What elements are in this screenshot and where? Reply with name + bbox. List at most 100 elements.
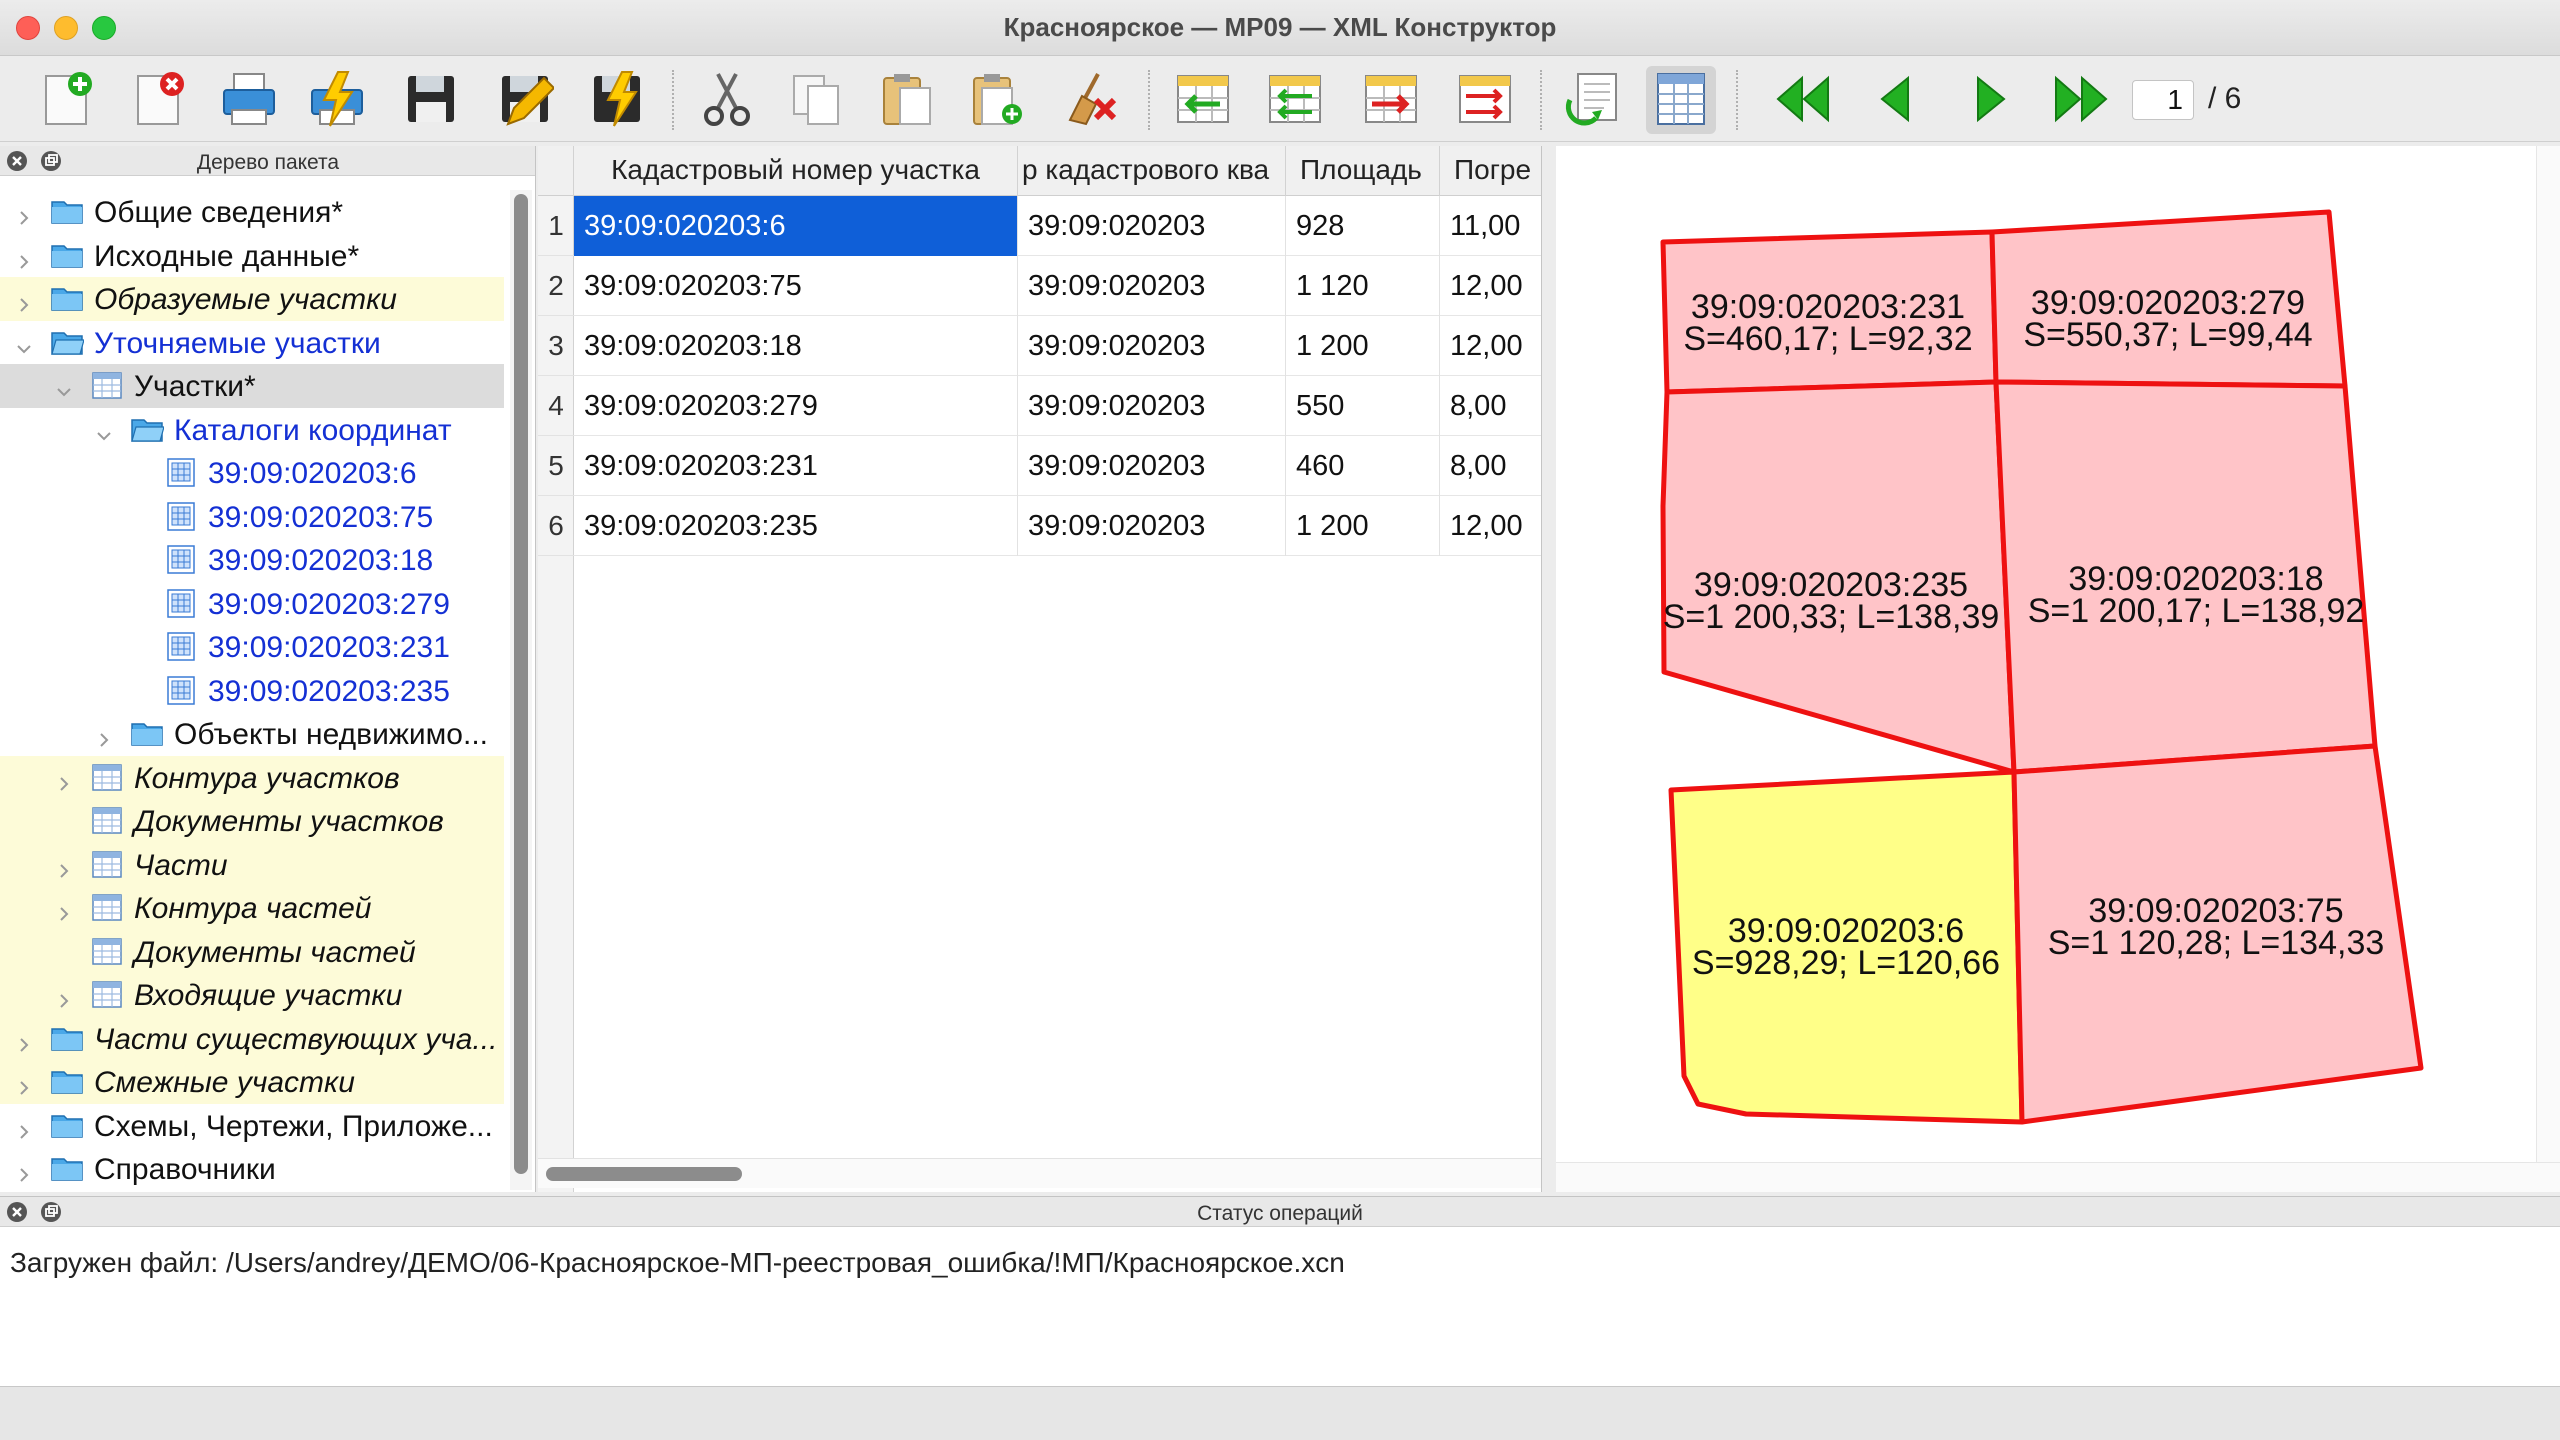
tree-item[interactable]: Входящие участки <box>0 973 504 1017</box>
cell-error[interactable]: 12,00 <box>1440 256 1541 316</box>
chevron-right-icon[interactable] <box>94 724 114 747</box>
table-row[interactable]: 39:09:020203:231 39:09:020203 460 8,00 <box>574 436 1541 496</box>
close-document-button[interactable] <box>124 66 194 134</box>
save-flash-button[interactable] <box>582 66 652 134</box>
cell-area[interactable]: 550 <box>1286 376 1440 436</box>
panel-splitter[interactable] <box>1542 146 1556 1192</box>
tree-item[interactable]: Объекты недвижимо... <box>0 712 504 756</box>
row-number[interactable]: 6 <box>538 496 574 556</box>
tree-item[interactable]: Образуемые участки <box>0 277 504 321</box>
tree-item[interactable]: Справочники <box>0 1147 504 1190</box>
paste-add-button[interactable] <box>962 66 1032 134</box>
map-vertical-scrollbar[interactable] <box>2536 146 2560 1162</box>
tree-item[interactable]: Каталоги координат <box>0 408 504 452</box>
chevron-right-icon[interactable] <box>14 202 34 225</box>
chevron-right-icon[interactable] <box>14 1116 34 1139</box>
cell-error[interactable]: 12,00 <box>1440 316 1541 376</box>
new-document-button[interactable] <box>32 66 102 134</box>
cell-area[interactable]: 1 200 <box>1286 496 1440 556</box>
tree-item[interactable]: Контура частей <box>0 886 504 930</box>
chevron-right-icon[interactable] <box>14 1072 34 1095</box>
refresh-document-button[interactable] <box>1558 66 1628 134</box>
tree-item[interactable]: Общие сведения* <box>0 190 504 234</box>
tree-item[interactable]: Документы частей <box>0 929 504 974</box>
column-header-quarter-number[interactable]: р кадастрового ква <box>1018 146 1286 196</box>
column-header-error[interactable]: Погре <box>1440 146 1541 196</box>
row-number[interactable]: 4 <box>538 376 574 436</box>
tree-item[interactable]: Контура участков <box>0 755 504 800</box>
first-page-button[interactable] <box>1768 66 1838 134</box>
tree-item[interactable]: 39:09:020203:18 <box>0 538 504 582</box>
cell-cadastral-number[interactable]: 39:09:020203:18 <box>574 316 1018 376</box>
save-as-button[interactable] <box>490 66 560 134</box>
tree-item[interactable]: 39:09:020203:235 <box>0 669 504 713</box>
table-row[interactable]: 39:09:020203:235 39:09:020203 1 200 12,00 <box>574 496 1541 556</box>
chevron-right-icon[interactable] <box>14 1029 34 1052</box>
row-number[interactable]: 3 <box>538 316 574 376</box>
tree-item[interactable]: 39:09:020203:231 <box>0 625 504 669</box>
column-header-cadastral-number[interactable]: Кадастровый номер участка <box>574 146 1018 196</box>
cell-quarter-number[interactable]: 39:09:020203 <box>1018 316 1286 376</box>
chevron-right-icon[interactable] <box>54 768 74 791</box>
cell-error[interactable]: 8,00 <box>1440 436 1541 496</box>
cell-error[interactable]: 8,00 <box>1440 376 1541 436</box>
chevron-right-icon[interactable] <box>54 855 74 878</box>
cell-area[interactable]: 1 200 <box>1286 316 1440 376</box>
chevron-right-icon[interactable] <box>14 1159 34 1182</box>
clear-button[interactable] <box>1056 66 1126 134</box>
tree-item[interactable]: Части <box>0 842 504 887</box>
cell-area[interactable]: 460 <box>1286 436 1440 496</box>
chevron-down-icon[interactable] <box>94 420 114 440</box>
table-horizontal-scrollbar[interactable] <box>538 1158 1541 1188</box>
cut-button[interactable] <box>692 66 762 134</box>
cell-error[interactable]: 12,00 <box>1440 496 1541 556</box>
cell-quarter-number[interactable]: 39:09:020203 <box>1018 376 1286 436</box>
table-import-all-button[interactable] <box>1260 66 1330 134</box>
cell-quarter-number[interactable]: 39:09:020203 <box>1018 496 1286 556</box>
copy-button[interactable] <box>782 66 852 134</box>
tree-item[interactable]: Уточняемые участки <box>0 321 504 365</box>
tree-item[interactable]: Документы участков <box>0 799 504 843</box>
paste-button[interactable] <box>872 66 942 134</box>
tree-item[interactable]: Смежные участки <box>0 1060 504 1104</box>
table-import-button[interactable] <box>1168 66 1238 134</box>
page-number-input[interactable]: 1 <box>2132 80 2194 120</box>
table-view-button[interactable] <box>1646 66 1716 134</box>
tree-item[interactable]: 39:09:020203:279 <box>0 582 504 626</box>
tree-vertical-scrollbar[interactable] <box>510 190 532 1190</box>
cell-cadastral-number[interactable]: 39:09:020203:6 <box>574 196 1018 256</box>
chevron-right-icon[interactable] <box>54 985 74 1008</box>
table-row[interactable]: 39:09:020203:18 39:09:020203 1 200 12,00 <box>574 316 1541 376</box>
cell-cadastral-number[interactable]: 39:09:020203:235 <box>574 496 1018 556</box>
parcel-map[interactable]: 39:09:020203:231S=460,17; L=92,3239:09:0… <box>1556 146 2536 1158</box>
prev-page-button[interactable] <box>1862 66 1932 134</box>
save-button[interactable] <box>396 66 466 134</box>
table-export-all-button[interactable] <box>1450 66 1520 134</box>
chevron-down-icon[interactable] <box>54 376 74 397</box>
cell-quarter-number[interactable]: 39:09:020203 <box>1018 196 1286 256</box>
cell-cadastral-number[interactable]: 39:09:020203:75 <box>574 256 1018 316</box>
chevron-right-icon[interactable] <box>54 898 74 921</box>
tree-item[interactable]: 39:09:020203:6 <box>0 451 504 495</box>
row-number[interactable]: 5 <box>538 436 574 496</box>
table-scroll-thumb[interactable] <box>546 1167 742 1181</box>
map-horizontal-scrollbar[interactable] <box>1556 1162 2560 1192</box>
row-number[interactable]: 2 <box>538 256 574 316</box>
tree-item[interactable]: Части существующих уча... <box>0 1016 504 1061</box>
cell-quarter-number[interactable]: 39:09:020203 <box>1018 436 1286 496</box>
chevron-down-icon[interactable] <box>14 333 34 353</box>
table-row[interactable]: 39:09:020203:279 39:09:020203 550 8,00 <box>574 376 1541 436</box>
cell-cadastral-number[interactable]: 39:09:020203:231 <box>574 436 1018 496</box>
chevron-right-icon[interactable] <box>14 289 34 312</box>
table-export-button[interactable] <box>1356 66 1426 134</box>
cell-area[interactable]: 928 <box>1286 196 1440 256</box>
tree-item[interactable]: 39:09:020203:75 <box>0 495 504 539</box>
table-row[interactable]: 39:09:020203:6 39:09:020203 928 11,00 <box>574 196 1541 256</box>
cell-quarter-number[interactable]: 39:09:020203 <box>1018 256 1286 316</box>
table-row[interactable]: 39:09:020203:75 39:09:020203 1 120 12,00 <box>574 256 1541 316</box>
row-number[interactable]: 1 <box>538 196 574 256</box>
next-page-button[interactable] <box>1954 66 2024 134</box>
cell-cadastral-number[interactable]: 39:09:020203:279 <box>574 376 1018 436</box>
print-flash-button[interactable] <box>302 66 372 134</box>
print-button[interactable] <box>214 66 284 134</box>
